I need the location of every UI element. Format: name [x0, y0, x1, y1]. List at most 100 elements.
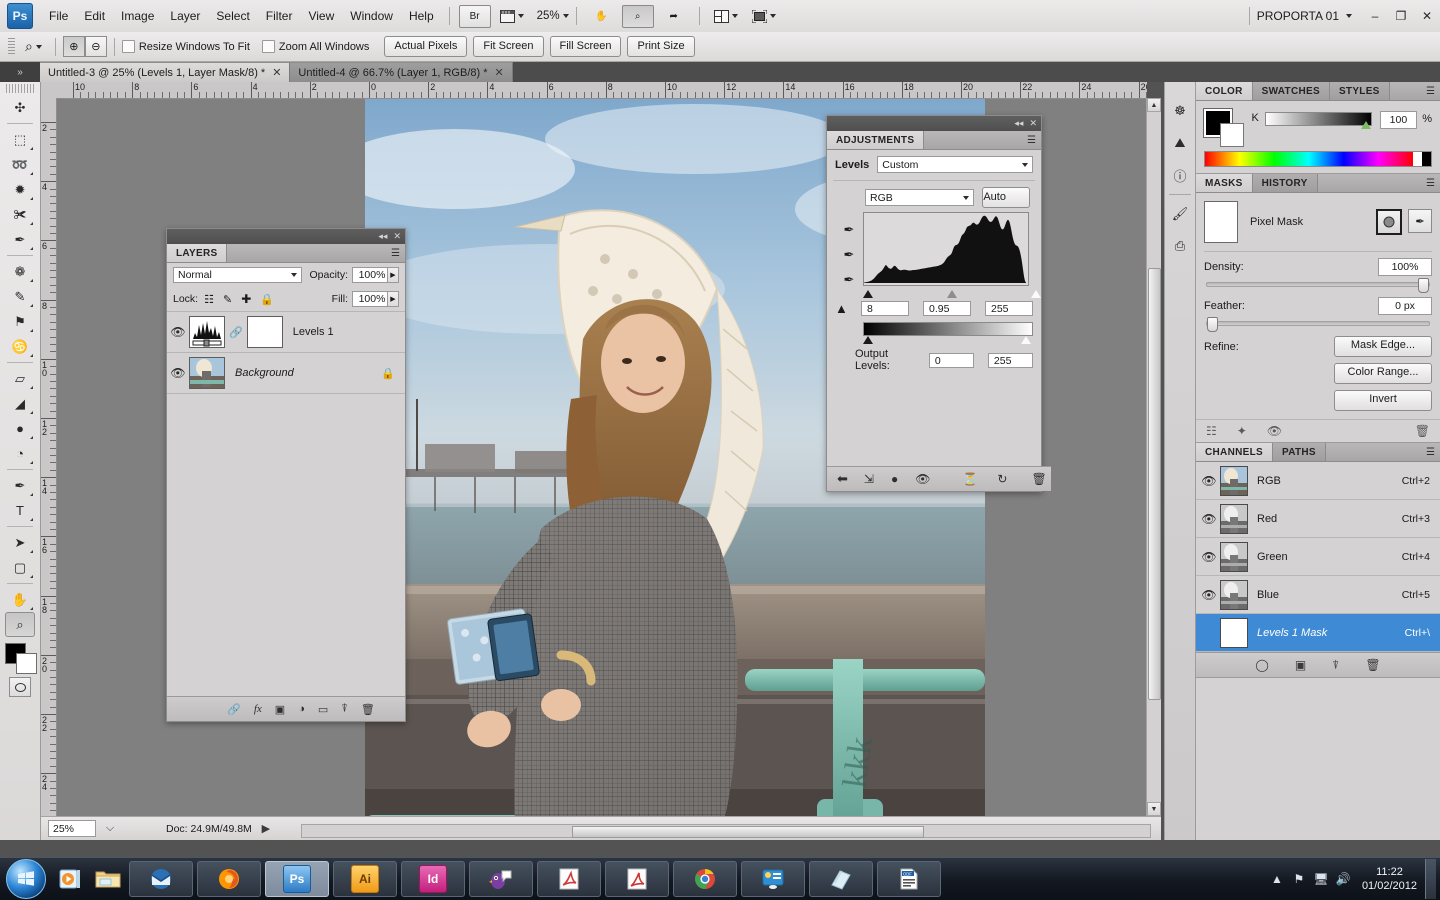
levels-histogram[interactable] — [863, 212, 1029, 286]
fill-field[interactable]: 100% — [352, 291, 388, 307]
move-tool[interactable]: ✣ — [5, 95, 35, 120]
add-mask-icon[interactable]: ▣ — [275, 703, 285, 716]
auto-button[interactable]: Auto — [982, 187, 1030, 208]
menu-window[interactable]: Window — [342, 5, 401, 27]
input-white-field[interactable]: 255 — [985, 301, 1033, 316]
gamma-input-slider[interactable] — [947, 290, 957, 298]
eyedropper-tool[interactable]: ✒ — [5, 227, 35, 252]
channel-visibility-eye-icon[interactable]: 👁 — [1198, 474, 1220, 488]
horizontal-scroll-thumb[interactable] — [572, 826, 924, 838]
delete-mask-icon[interactable]: 🗑 — [1415, 424, 1430, 438]
new-group-icon[interactable]: ▭ — [318, 703, 328, 716]
tab-paths[interactable]: PATHS — [1273, 443, 1326, 461]
taskbar-button-dashboard[interactable] — [741, 861, 805, 897]
feather-slider[interactable] — [1206, 321, 1430, 326]
layer-mask-link-icon[interactable]: 🔗 — [229, 326, 243, 339]
channel-visibility-eye-icon[interactable]: 👁 — [1198, 550, 1220, 564]
taskbar-button-acrobat[interactable] — [537, 861, 601, 897]
close-icon[interactable]: ✕ — [1029, 118, 1037, 129]
tab-color[interactable]: COLOR — [1196, 82, 1253, 100]
white-input-slider[interactable] — [1031, 290, 1041, 298]
layer-thumbnail-background[interactable] — [189, 357, 225, 389]
zoom-tool[interactable]: ⌕ — [5, 612, 35, 637]
arrange-documents-icon[interactable] — [709, 5, 743, 28]
zoom-in-button[interactable]: ⊕ — [63, 36, 85, 57]
mask-edge-button[interactable]: Mask Edge... — [1334, 336, 1432, 357]
status-preview-icon[interactable]: ⌵ — [100, 820, 120, 837]
input-gamma-field[interactable]: 0.95 — [923, 301, 971, 316]
taskbar-button-chrome[interactable] — [673, 861, 737, 897]
black-input-slider[interactable] — [863, 290, 873, 298]
healing-brush-tool[interactable]: ❁ — [5, 259, 35, 284]
view-extras-menu[interactable] — [493, 5, 531, 28]
channel-row-green[interactable]: 👁GreenCtrl+4 — [1196, 538, 1440, 576]
output-levels-ramp[interactable] — [863, 322, 1033, 336]
taskbar-button-thunderbird[interactable] — [129, 861, 193, 897]
tab-dock-expand-button[interactable]: » — [0, 62, 40, 82]
opacity-field[interactable]: 100% — [352, 267, 388, 283]
pixel-mask-icon[interactable] — [1376, 209, 1402, 235]
reset-icon[interactable]: ↻ — [997, 472, 1007, 486]
marquee-tool[interactable]: ⬚ — [5, 127, 35, 152]
channel-thumbnail[interactable] — [1220, 542, 1248, 572]
layers-panel-titlebar[interactable]: ◂◂ ✕ — [167, 229, 405, 244]
brush-presets-icon[interactable]: 🖌 — [1167, 201, 1193, 227]
vector-mask-icon[interactable]: ✒ — [1408, 209, 1432, 233]
menu-layer[interactable]: Layer — [162, 5, 208, 27]
network-icon[interactable]: 🖥 — [1310, 868, 1332, 890]
start-orb-icon[interactable] — [6, 859, 46, 899]
hand-tool-button[interactable]: ✋ — [586, 5, 618, 28]
document-tab-untitled-4[interactable]: Untitled-4 @ 66.7% (Layer 1, RGB/8) * ✕ — [290, 62, 512, 82]
zoom-level-display[interactable]: 25% — [531, 10, 569, 22]
layer-row-background[interactable]: 👁 Background 🔒 — [167, 353, 405, 394]
taskbar-button-notes[interactable] — [809, 861, 873, 897]
workspace-switcher[interactable]: PROPORTA 01 — [1257, 9, 1352, 23]
layer-visibility-eye-icon[interactable]: 👁 — [167, 325, 189, 339]
k-slider[interactable] — [1265, 112, 1372, 126]
vertical-scroll-thumb[interactable] — [1148, 268, 1161, 700]
brush-tool[interactable]: ✎ — [5, 284, 35, 309]
color-spectrum-bar[interactable] — [1204, 151, 1432, 167]
transparency-lock-icon[interactable]: ☷ — [204, 293, 214, 306]
channel-visibility-eye-icon[interactable]: 👁 — [1198, 588, 1220, 602]
vertical-ruler[interactable]: 24681012141618202224 — [41, 98, 57, 816]
rotate-view-tool-button[interactable]: ➦ — [658, 5, 690, 28]
horizontal-ruler[interactable]: 10864202468101214161820222426 — [56, 82, 1147, 99]
panel-menu-icon[interactable]: ☰ — [1421, 82, 1440, 100]
current-tool-preset[interactable]: ⌕ — [25, 38, 42, 55]
tab-swatches[interactable]: SWATCHES — [1253, 82, 1330, 100]
adjustment-layer-icon[interactable]: ◑ — [298, 703, 305, 715]
tools-panel-gripper[interactable] — [6, 84, 34, 93]
panel-menu-icon[interactable]: ☰ — [1022, 131, 1041, 149]
status-popup-arrow-icon[interactable]: ▶ — [256, 820, 276, 837]
menu-view[interactable]: View — [300, 5, 342, 27]
close-icon[interactable]: ✕ — [272, 66, 281, 79]
channel-thumbnail[interactable] — [1220, 618, 1248, 648]
clock[interactable]: 11:22 01/02/2012 — [1362, 865, 1417, 893]
collapse-icon[interactable]: ◂◂ — [378, 231, 387, 242]
taskbar-button-pidgin[interactable] — [469, 861, 533, 897]
channel-thumbnail[interactable] — [1220, 580, 1248, 610]
taskbar-button-illustrator[interactable]: Ai — [333, 861, 397, 897]
menu-select[interactable]: Select — [208, 5, 257, 27]
pen-tool[interactable]: ✒ — [5, 473, 35, 498]
screen-mode-toggle-icon[interactable] — [747, 5, 781, 28]
layer-thumbnail-adjustment[interactable] — [189, 316, 225, 348]
show-hidden-icons-icon[interactable]: ▲ — [1266, 868, 1288, 890]
actual-pixels-button[interactable]: Actual Pixels — [384, 36, 467, 57]
menu-filter[interactable]: Filter — [258, 5, 301, 27]
feather-slider-thumb[interactable] — [1207, 317, 1218, 332]
layer-mask-thumbnail[interactable] — [247, 316, 283, 348]
save-selection-as-channel-icon[interactable]: ▣ — [1295, 658, 1306, 672]
taskbar-button-firefox[interactable] — [197, 861, 261, 897]
opacity-stepper[interactable]: ▶ — [388, 267, 399, 283]
menu-help[interactable]: Help — [401, 5, 442, 27]
close-button[interactable]: ✕ — [1414, 5, 1440, 27]
ruler-corner[interactable] — [41, 82, 57, 99]
channel-row-rgb[interactable]: 👁RGBCtrl+2 — [1196, 462, 1440, 500]
output-black-field[interactable]: 0 — [929, 353, 974, 368]
fill-stepper[interactable]: ▶ — [388, 291, 399, 307]
menu-file[interactable]: File — [41, 5, 76, 27]
toggle-preview-icon[interactable]: ⏳ — [962, 472, 977, 486]
tab-adjustments[interactable]: ADJUSTMENTS — [827, 131, 924, 149]
